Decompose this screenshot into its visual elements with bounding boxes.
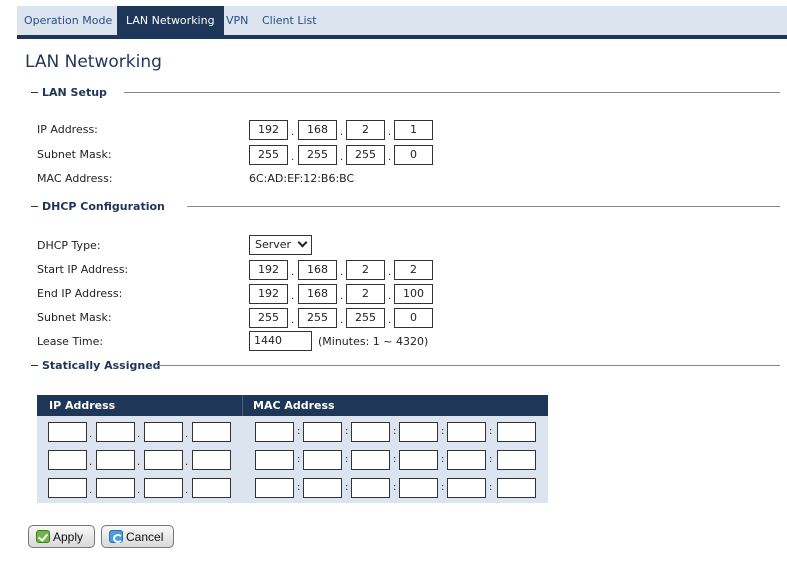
undo-icon	[109, 530, 123, 543]
apply-button-label: Apply	[53, 530, 84, 544]
static-ip-cell[interactable]	[48, 450, 87, 470]
end-ip-label: End IP Address:	[37, 287, 123, 300]
cancel-button-label: Cancel	[126, 530, 164, 544]
lease-time-label: Lease Time:	[37, 335, 104, 348]
static-mac-cell[interactable]	[351, 422, 390, 442]
static-ip-cell[interactable]	[96, 450, 135, 470]
start-ip-label: Start IP Address:	[37, 263, 129, 276]
static-mac-cell[interactable]	[497, 478, 536, 498]
dhcp-subnet-mask-label: Subnet Mask:	[37, 311, 112, 324]
lan-ip-octet-2[interactable]: 168	[298, 120, 337, 140]
dhcp-type-label: DHCP Type:	[37, 239, 101, 252]
end-ip-octet-3[interactable]: 2	[346, 284, 385, 304]
apply-button[interactable]: Apply	[28, 525, 95, 548]
dhcp-type-value: Server	[255, 238, 292, 251]
static-ip-cell[interactable]	[48, 478, 87, 498]
dhcp-mask-octet-1[interactable]: 255	[249, 308, 288, 328]
chevron-down-icon	[297, 237, 308, 248]
ip-address-label: IP Address:	[37, 123, 98, 136]
page-title: LAN Networking	[25, 52, 162, 72]
static-ip-cell[interactable]	[96, 478, 135, 498]
static-mac-cell[interactable]	[351, 478, 390, 498]
static-mac-cell[interactable]	[303, 450, 342, 470]
static-title: Statically Assigned	[42, 359, 161, 372]
static-mac-cell[interactable]	[447, 422, 486, 442]
static-mac-cell[interactable]	[399, 450, 438, 470]
column-header-ip: IP Address	[49, 399, 116, 412]
tab-bar: Operation Mode LAN Networking VPN Client…	[17, 6, 787, 39]
dhcp-mask-octet-3[interactable]: 255	[346, 308, 385, 328]
static-ip-cell[interactable]	[144, 450, 183, 470]
static-ip-cell[interactable]	[48, 422, 87, 442]
end-ip-octet-4[interactable]: 100	[394, 284, 433, 304]
start-ip-octet-2[interactable]: 168	[298, 260, 337, 280]
lan-mask-octet-2[interactable]: 255	[298, 145, 337, 165]
lan-setup-legend: LAN Setup	[25, 86, 780, 100]
dhcp-mask-octet-2[interactable]: 255	[298, 308, 337, 328]
dhcp-mask-octet-4[interactable]: 0	[394, 308, 433, 328]
static-mac-cell[interactable]	[351, 450, 390, 470]
static-legend: Statically Assigned	[25, 359, 780, 373]
tab-operation-mode[interactable]: Operation Mode	[24, 6, 112, 35]
static-ip-cell[interactable]	[192, 450, 231, 470]
static-mac-cell[interactable]	[497, 422, 536, 442]
static-mac-cell[interactable]	[303, 478, 342, 498]
lan-mask-octet-3[interactable]: 255	[346, 145, 385, 165]
start-ip-octet-1[interactable]: 192	[249, 260, 288, 280]
mac-address-label: MAC Address:	[37, 172, 113, 185]
dhcp-title: DHCP Configuration	[42, 200, 165, 213]
cancel-button[interactable]: Cancel	[101, 525, 174, 548]
end-ip-octet-1[interactable]: 192	[249, 284, 288, 304]
end-ip-octet-2[interactable]: 168	[298, 284, 337, 304]
lan-ip-octet-1[interactable]: 192	[249, 120, 288, 140]
tab-client-list[interactable]: Client List	[262, 6, 317, 35]
column-header-mac: MAC Address	[253, 399, 335, 412]
static-assignment-table: IP Address MAC Address . . . : : : : : .…	[37, 395, 548, 503]
static-ip-cell[interactable]	[144, 422, 183, 442]
static-ip-cell[interactable]	[96, 422, 135, 442]
static-mac-cell[interactable]	[399, 422, 438, 442]
lan-setup-title: LAN Setup	[42, 86, 107, 99]
mac-address-value: 6C:AD:EF:12:B6:BC	[249, 172, 355, 185]
lease-time-hint: (Minutes: 1 ~ 4320)	[318, 335, 429, 348]
checkmark-icon	[36, 530, 50, 543]
static-mac-cell[interactable]	[255, 450, 294, 470]
tab-lan-networking[interactable]: LAN Networking	[117, 6, 224, 35]
static-mac-cell[interactable]	[447, 450, 486, 470]
static-mac-cell[interactable]	[399, 478, 438, 498]
static-ip-cell[interactable]	[144, 478, 183, 498]
static-mac-cell[interactable]	[255, 422, 294, 442]
start-ip-octet-3[interactable]: 2	[346, 260, 385, 280]
static-mac-cell[interactable]	[447, 478, 486, 498]
lan-subnet-mask-label: Subnet Mask:	[37, 148, 112, 161]
table-header: IP Address MAC Address	[37, 395, 548, 416]
dhcp-type-select[interactable]: Server	[249, 235, 312, 255]
lan-mask-octet-4[interactable]: 0	[394, 145, 433, 165]
static-ip-cell[interactable]	[192, 478, 231, 498]
start-ip-octet-4[interactable]: 2	[394, 260, 433, 280]
lan-mask-octet-1[interactable]: 255	[249, 145, 288, 165]
static-mac-cell[interactable]	[255, 478, 294, 498]
dhcp-legend: DHCP Configuration	[25, 200, 780, 214]
static-ip-cell[interactable]	[192, 422, 231, 442]
tab-vpn[interactable]: VPN	[226, 6, 248, 35]
lan-ip-octet-4[interactable]: 1	[394, 120, 433, 140]
static-mac-cell[interactable]	[497, 450, 536, 470]
lease-time-input[interactable]: 1440	[249, 331, 312, 351]
static-mac-cell[interactable]	[303, 422, 342, 442]
lan-ip-octet-3[interactable]: 2	[346, 120, 385, 140]
